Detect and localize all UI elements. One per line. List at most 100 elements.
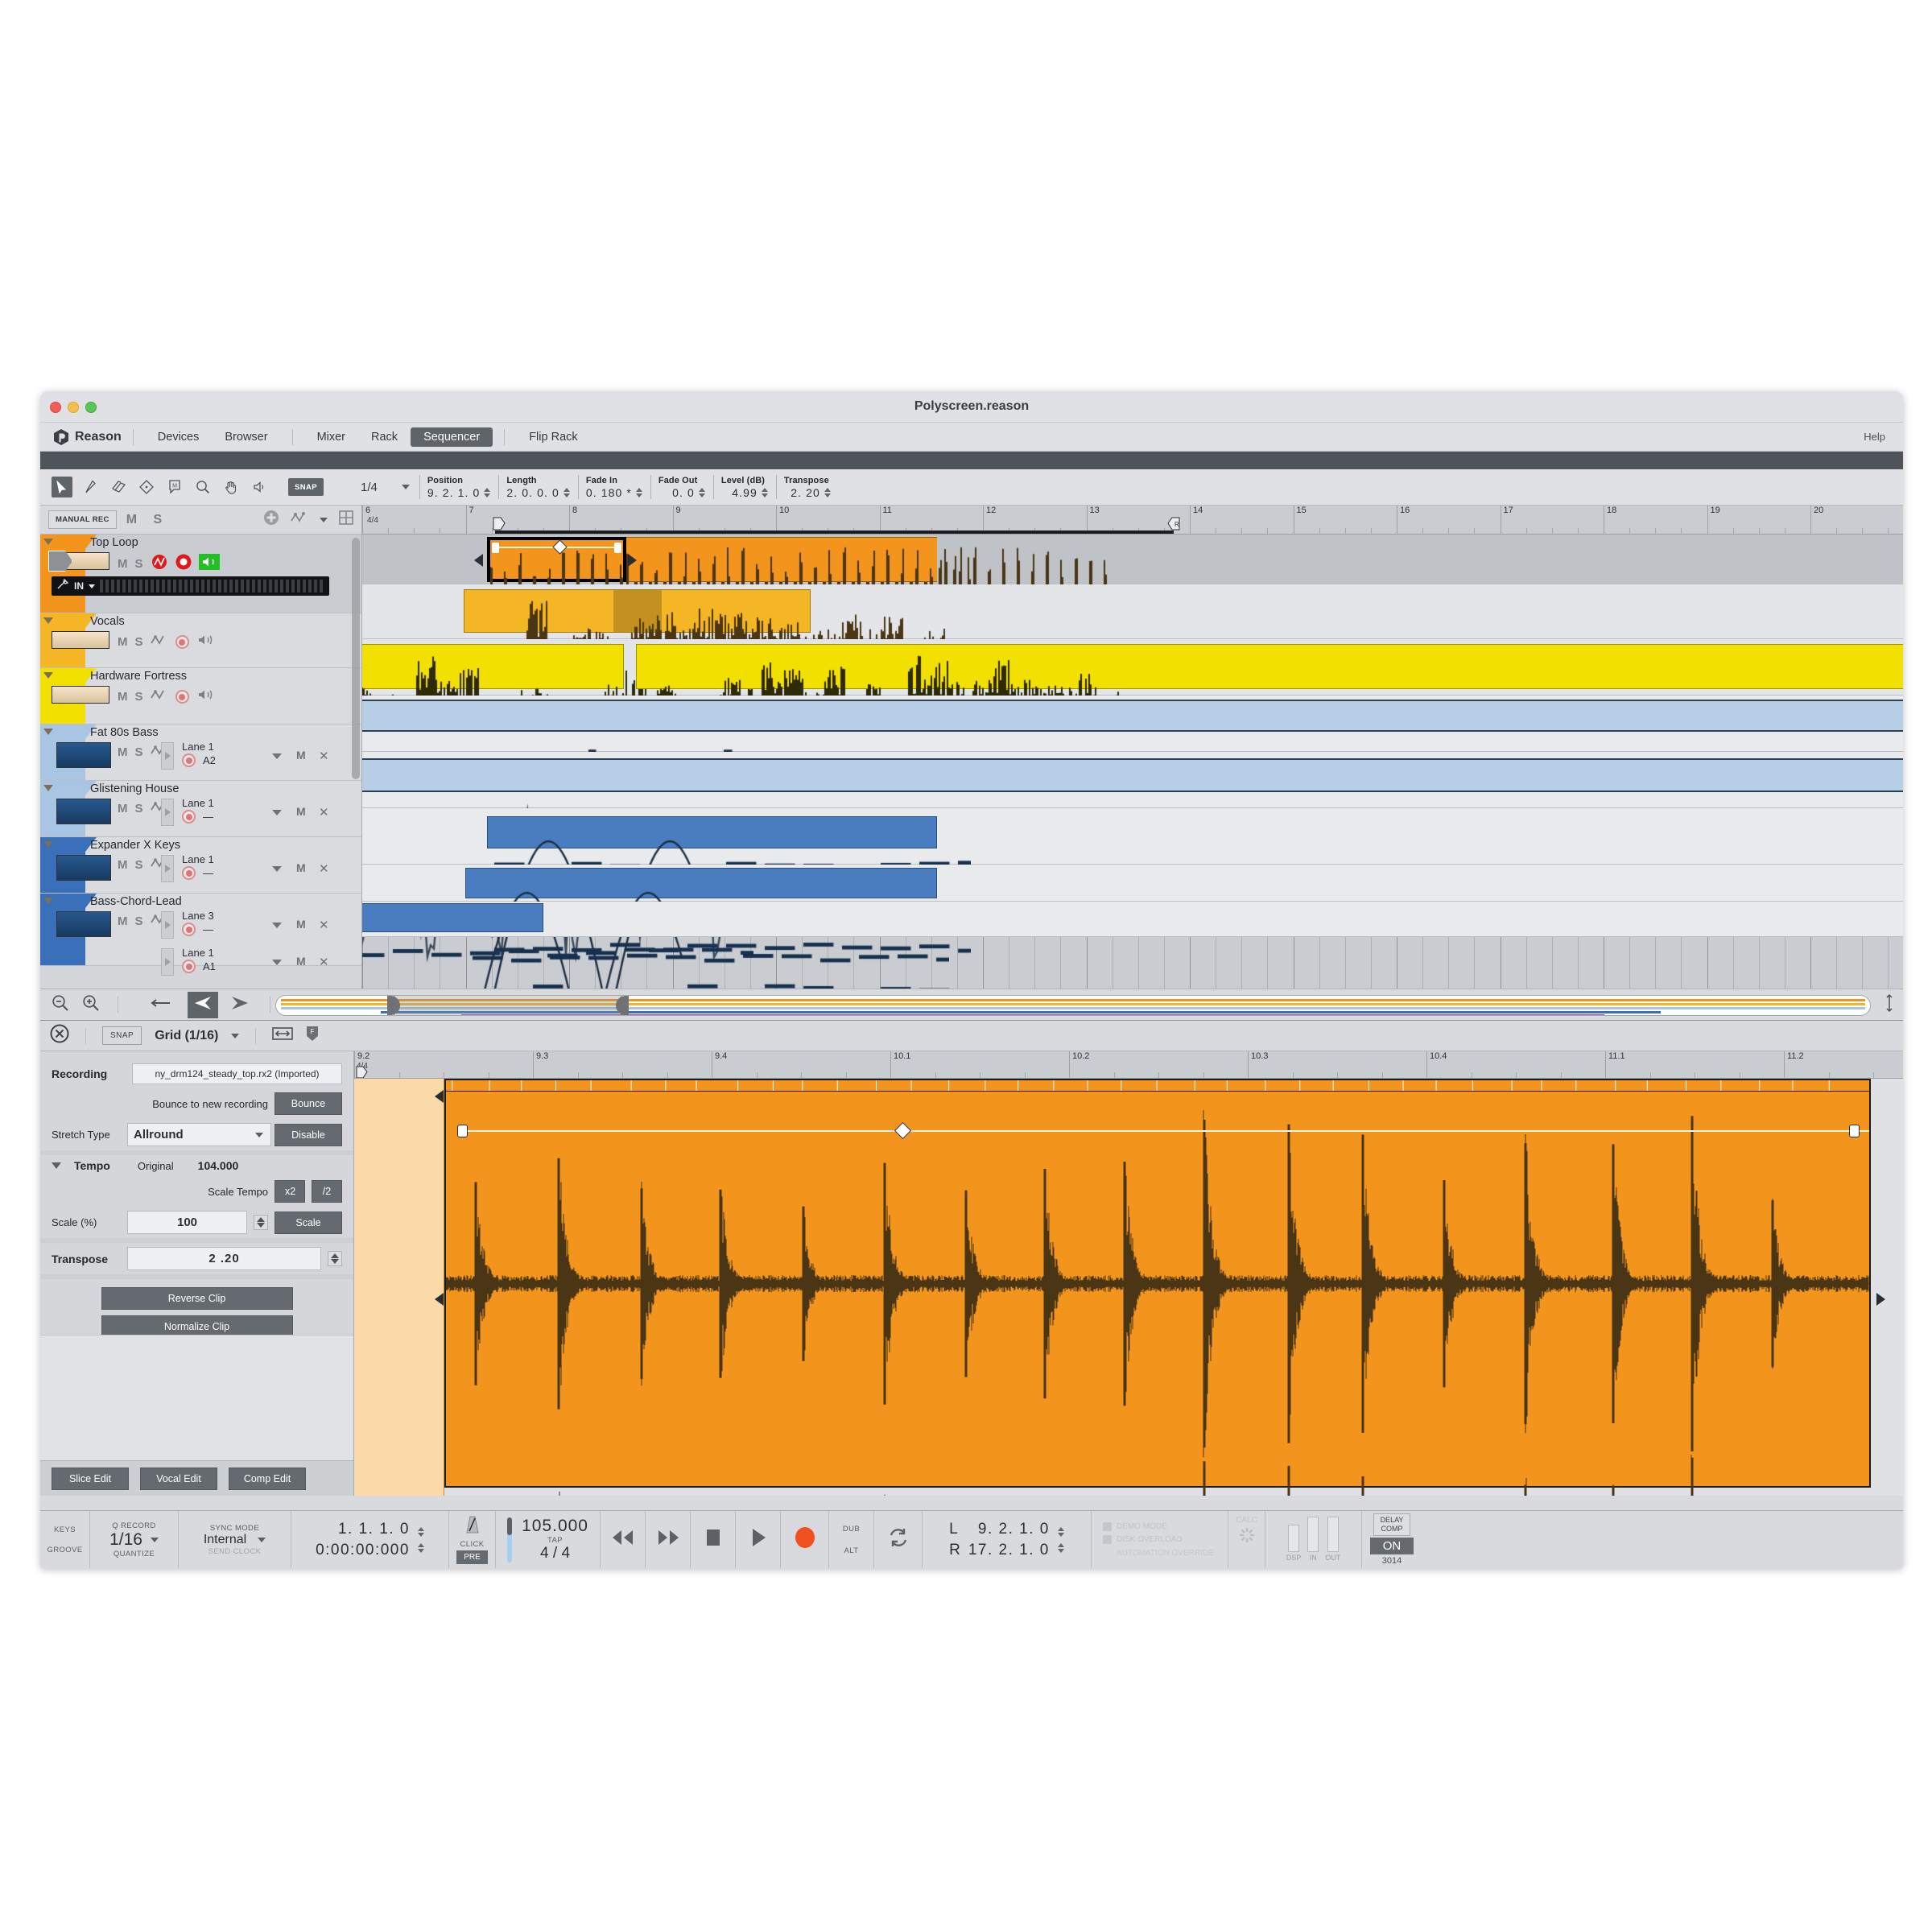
scale-button[interactable]: Scale [275, 1211, 342, 1234]
bounce-button[interactable]: Bounce [275, 1092, 342, 1115]
track-controls[interactable]: M S [118, 687, 214, 706]
midi-clip-bass-chord-lead[interactable] [465, 868, 949, 989]
clip-row-vocals[interactable] [362, 584, 1903, 832]
stop-icon[interactable] [704, 1527, 723, 1552]
editor-snap-button[interactable]: SNAP [102, 1026, 142, 1045]
loop-right-stepper[interactable] [1057, 1542, 1064, 1553]
next-cursor-icon[interactable] [231, 996, 249, 1014]
arrow-tool-icon[interactable] [52, 477, 72, 497]
master-mute-solo[interactable]: M S [126, 513, 168, 527]
vocal-edit-button[interactable]: Vocal Edit [140, 1467, 217, 1490]
length-stepper[interactable] [563, 488, 570, 497]
play-section[interactable] [736, 1511, 781, 1568]
audio-device-thumbnail[interactable] [52, 631, 109, 649]
track-row-vocals[interactable]: Vocals M S [40, 613, 361, 668]
slice-edit-button[interactable]: Slice Edit [52, 1467, 129, 1490]
editor-ruler[interactable]: 9.29.39.410.110.210.310.411.111.2 4/4 [354, 1051, 1903, 1079]
lane-expand-button[interactable] [161, 911, 174, 939]
clip-row-expander-x-keys[interactable] [362, 808, 1903, 989]
lane-record-enable-icon[interactable] [182, 866, 196, 880]
clip-row-hardware-fortress[interactable] [362, 639, 1903, 886]
level-db-stepper[interactable] [761, 488, 768, 497]
lane-options-chevron-icon[interactable] [272, 810, 282, 815]
midi-clip-glistening-house[interactable] [362, 758, 1903, 989]
loop-range-bar[interactable] [362, 530, 1903, 534]
track-record-enable-icon[interactable] [175, 690, 189, 704]
chevron-down-icon[interactable] [89, 584, 95, 588]
track-mute-button[interactable]: M [118, 635, 128, 649]
lane-mute-button[interactable]: M [296, 749, 306, 762]
track-row-glistening-house[interactable]: Glistening House M S Lane 1 — M ✕ [40, 781, 361, 837]
loop-locators-section[interactable]: L R 9. 2. 1. 0 17. 2. 1. 0 [923, 1511, 1092, 1568]
keys-groove-section[interactable]: KEYS GROOVE [40, 1511, 90, 1568]
scale-tempo-x2-button[interactable]: x2 [275, 1180, 305, 1203]
track-row-expander-x-keys[interactable]: Expander X Keys M S Lane 1 — M ✕ [40, 837, 361, 894]
lane-mute-button[interactable]: M [296, 861, 306, 874]
clip-left-nav-arrow[interactable] [435, 1090, 444, 1103]
lane-options-chevron-icon[interactable] [272, 866, 282, 872]
flag-marker-icon[interactable]: F [306, 1026, 319, 1046]
track-automation-icon[interactable] [150, 688, 168, 705]
track-disclosure-icon[interactable] [43, 841, 53, 848]
fade-in-stepper[interactable] [635, 488, 642, 497]
clip-row-bass-chord-lead-lane3[interactable] [362, 865, 1903, 989]
track-record-enable-icon[interactable] [175, 635, 189, 649]
track-mute-button[interactable]: M [118, 858, 128, 872]
position-display-section[interactable]: 1. 1. 1. 0 0:00:00:000 [291, 1511, 449, 1568]
length-field[interactable]: Length 2. 0. 0. 0 [498, 475, 577, 499]
automation-icon[interactable] [291, 511, 308, 528]
lane-block[interactable]: Lane 1 A2 [182, 741, 216, 767]
tap-label[interactable]: TAP [547, 1536, 563, 1545]
fade-out-handle[interactable] [614, 543, 621, 553]
position-bars-stepper[interactable] [417, 1526, 424, 1537]
tempo-fader[interactable] [507, 1517, 513, 1563]
track-mute-button[interactable]: M [118, 745, 128, 759]
track-monitor-icon[interactable] [196, 687, 214, 706]
tempo-disclosure-icon[interactable] [52, 1162, 61, 1169]
track-solo-button[interactable]: S [135, 690, 143, 704]
track-controls[interactable]: M S [118, 633, 214, 651]
lane-block[interactable]: Lane 1 — [182, 853, 214, 880]
scroll-right-arrow[interactable] [628, 554, 637, 567]
fast-forward-icon[interactable] [655, 1528, 681, 1551]
track-mute-button[interactable]: M [118, 557, 128, 571]
slice-marker-strip[interactable] [446, 1080, 1869, 1092]
position-field[interactable]: Position 9. 2. 1. 0 [419, 475, 498, 499]
midi-clip-fat-80s-bass[interactable] [362, 700, 1903, 943]
lane-record-enable-icon[interactable] [182, 753, 196, 767]
track-input-meter-strip[interactable]: IN [52, 576, 329, 596]
grid-view-icon[interactable] [339, 510, 353, 529]
play-icon[interactable] [749, 1527, 768, 1552]
zoom-out-icon[interactable] [52, 994, 69, 1016]
track-row-hardware-fortress[interactable]: Hardware Fortress M S [40, 668, 361, 724]
transpose-field[interactable]: Transpose 2. 20 [775, 475, 839, 499]
track-mute-button[interactable]: M [118, 914, 128, 928]
midi-clip-bass-chord-lead-lane1[interactable] [362, 903, 753, 989]
rewind-icon[interactable] [610, 1528, 636, 1551]
lane-mute-button[interactable]: M [296, 805, 306, 818]
chevron-down-icon[interactable] [231, 1033, 240, 1038]
lane-options-chevron-icon[interactable] [272, 960, 282, 965]
track-solo-button[interactable]: S [135, 914, 143, 928]
track-mute-button[interactable]: M [118, 690, 128, 704]
scale-percent-value[interactable]: 100 [127, 1211, 247, 1234]
audio-clip-top-loop-2[interactable] [626, 537, 1109, 779]
menu-item-mixer[interactable]: Mixer [304, 427, 358, 447]
tempo-section[interactable]: 105.000 TAP 4 / 4 [496, 1511, 601, 1568]
speaker-tool-icon[interactable] [249, 477, 270, 497]
reverse-clip-button[interactable]: Reverse Clip [101, 1287, 293, 1310]
lane-expand-button[interactable] [161, 855, 174, 882]
alt-label[interactable]: ALT [844, 1546, 859, 1555]
track-disclosure-icon[interactable] [43, 539, 53, 545]
position-time-stepper[interactable] [417, 1542, 424, 1553]
forward-section[interactable] [646, 1511, 691, 1568]
device-thumbnail[interactable] [56, 799, 111, 824]
tune-icon[interactable] [56, 578, 69, 594]
eraser-tool-icon[interactable] [108, 477, 129, 497]
menu-item-flip-rack[interactable]: Flip Rack [516, 427, 590, 447]
stretch-type-select[interactable]: Allround [127, 1123, 271, 1146]
tempo-fader-handle[interactable] [507, 1517, 513, 1535]
menu-item-browser[interactable]: Browser [212, 427, 280, 447]
track-row-top-loop[interactable]: Top Loop M S IN [40, 535, 361, 613]
track-row-bass-chord-lead[interactable]: Bass-Chord-Lead M S Lane 3 — M ✕ Lane 1 … [40, 894, 361, 976]
